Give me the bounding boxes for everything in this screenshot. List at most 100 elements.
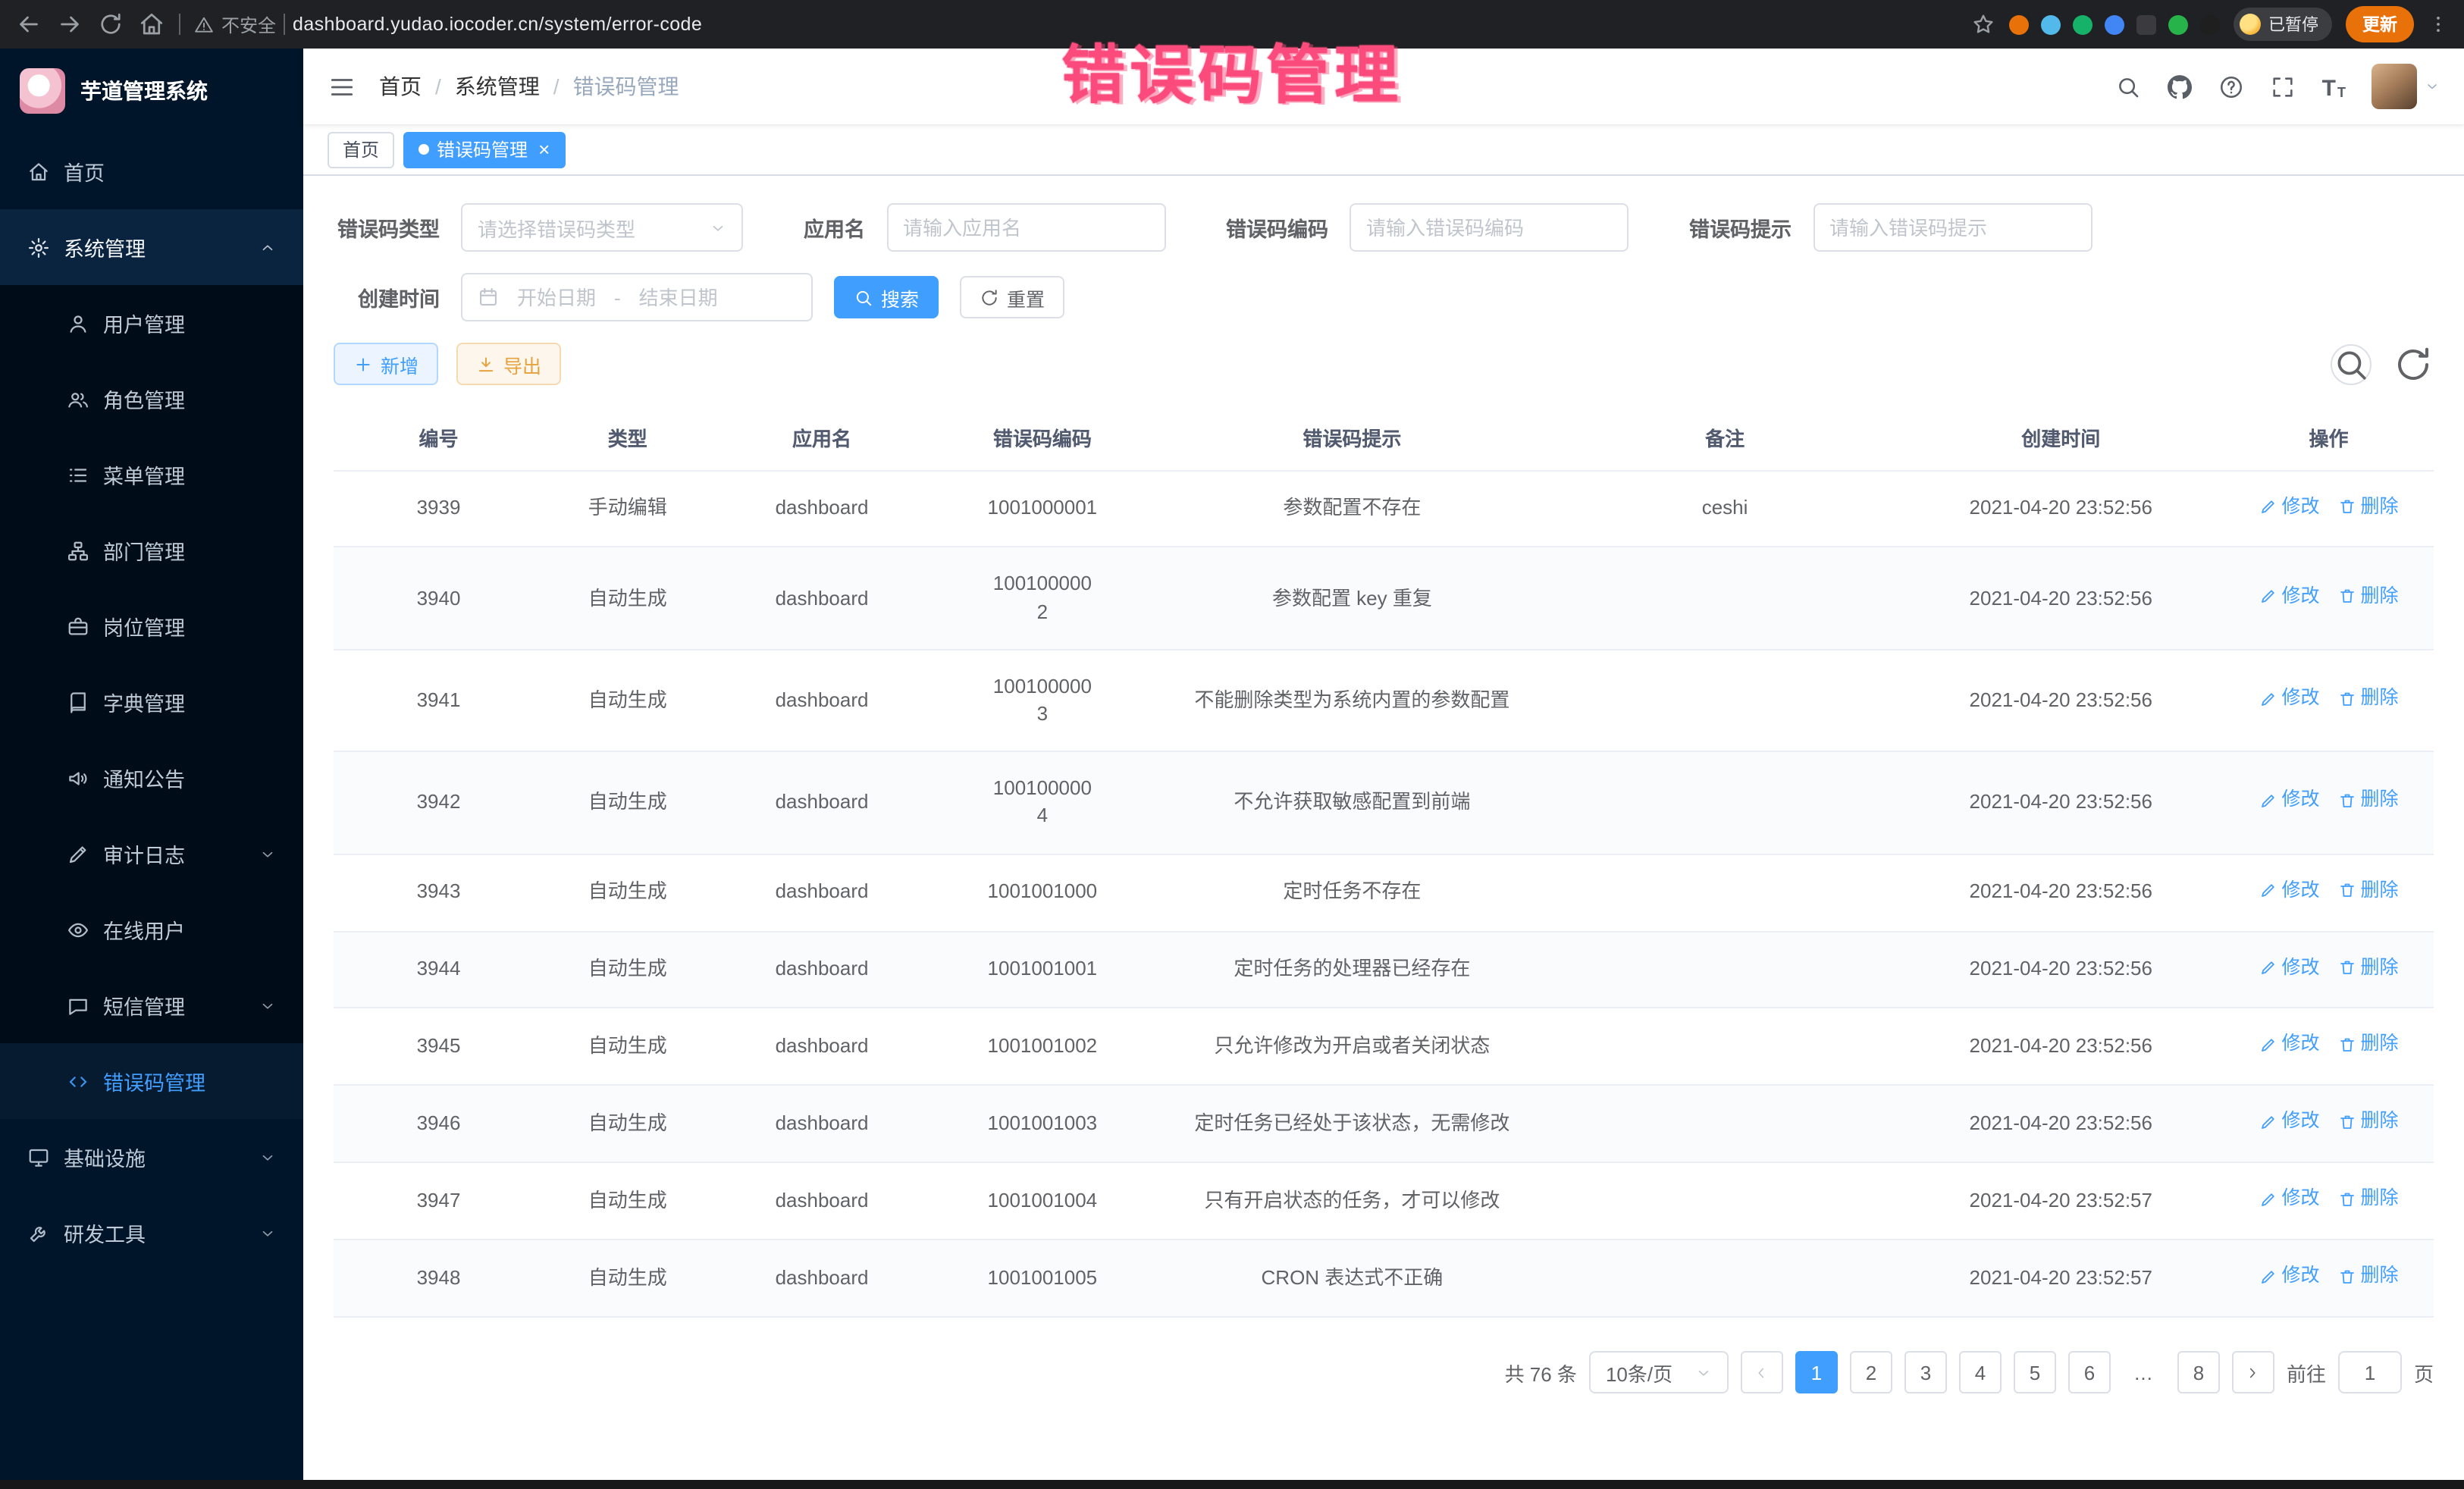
app-name-input[interactable] — [903, 216, 1149, 239]
error-hint-input[interactable] — [1829, 216, 2075, 239]
sidebar-item-post[interactable]: 岗位管理 — [0, 588, 303, 664]
delete-link[interactable]: 删除 — [2337, 788, 2398, 814]
address-bar[interactable]: 不安全 dashboard.yudao.iocoder.cn/system/er… — [194, 11, 702, 37]
pager-page-1[interactable]: 1 — [1795, 1351, 1838, 1393]
pager-page-8[interactable]: 8 — [2177, 1351, 2220, 1393]
sidebar-item-home[interactable]: 首页 — [0, 133, 303, 209]
sidebar-item-audit-log[interactable]: 审计日志 — [0, 816, 303, 892]
extension-icon-4[interactable] — [2105, 14, 2124, 34]
browser-home-button[interactable] — [138, 11, 165, 38]
profile-paused-badge[interactable]: 已暂停 — [2234, 8, 2332, 41]
error-code-input[interactable] — [1366, 216, 1612, 239]
sidebar-item-menu[interactable]: 菜单管理 — [0, 437, 303, 513]
bookmark-star-icon[interactable] — [1971, 12, 1995, 36]
pager-page-3[interactable]: 3 — [1904, 1351, 1947, 1393]
delete-link[interactable]: 删除 — [2337, 877, 2398, 904]
trash-icon — [2337, 690, 2356, 708]
sidebar-item-dict[interactable]: 字典管理 — [0, 664, 303, 740]
pager-next-button[interactable] — [2232, 1351, 2274, 1393]
pager-page-6[interactable]: 6 — [2068, 1351, 2111, 1393]
extension-icon-3[interactable] — [2073, 14, 2093, 34]
delete-link[interactable]: 删除 — [2337, 1186, 2398, 1213]
add-button[interactable]: 新增 — [334, 343, 438, 385]
trash-icon — [2337, 1190, 2356, 1208]
sidebar-item-notice[interactable]: 通知公告 — [0, 740, 303, 816]
delete-link[interactable]: 删除 — [2337, 1264, 2398, 1290]
sidebar-item-system[interactable]: 系统管理 — [0, 209, 303, 285]
browser-update-button[interactable]: 更新 — [2346, 6, 2414, 42]
cell-id: 3939 — [334, 470, 544, 547]
tab-home[interactable]: 首页 — [328, 131, 394, 168]
close-icon[interactable]: × — [538, 139, 550, 159]
breadcrumb-item[interactable]: 首页 — [379, 71, 422, 102]
browser-forward-button[interactable] — [56, 11, 83, 38]
delete-link[interactable]: 删除 — [2337, 955, 2398, 981]
pager-page-5[interactable]: 5 — [2014, 1351, 2056, 1393]
browser-menu-icon[interactable] — [2428, 14, 2449, 35]
delete-link[interactable]: 删除 — [2337, 494, 2398, 520]
table-toolbar: 新增 导出 — [334, 343, 2434, 385]
github-icon[interactable] — [2168, 74, 2193, 99]
app-title: 芋道管理系统 — [80, 76, 208, 106]
breadcrumb-item[interactable]: 错误码管理 — [573, 71, 679, 102]
app-logo[interactable]: 芋道管理系统 — [0, 49, 303, 133]
hamburger-icon[interactable] — [328, 72, 356, 101]
cell-memo — [1552, 547, 1898, 650]
delete-link[interactable]: 删除 — [2337, 685, 2398, 712]
page-size-select[interactable]: 10条/页 — [1589, 1351, 1729, 1393]
tab-error-code[interactable]: 错误码管理× — [403, 131, 565, 168]
user-menu[interactable] — [2372, 64, 2440, 109]
edit-link[interactable]: 修改 — [2259, 955, 2319, 981]
start-date-input[interactable] — [509, 286, 603, 309]
extension-icon-6[interactable] — [2168, 14, 2188, 34]
goto-page-input[interactable] — [2338, 1351, 2402, 1393]
extension-icon-7[interactable] — [2200, 14, 2220, 34]
pager-prev-button[interactable] — [1741, 1351, 1783, 1393]
edit-link[interactable]: 修改 — [2259, 685, 2319, 712]
sidebar-item-online-user[interactable]: 在线用户 — [0, 892, 303, 967]
edit-link[interactable]: 修改 — [2259, 1264, 2319, 1290]
extension-icon-5[interactable] — [2136, 14, 2156, 34]
cell-time: 2021-04-20 23:52:56 — [1898, 931, 2224, 1008]
font-size-icon[interactable]: TT — [2322, 74, 2346, 99]
edit-link[interactable]: 修改 — [2259, 583, 2319, 610]
reset-button[interactable]: 重置 — [960, 276, 1064, 318]
pager-page-4[interactable]: 4 — [1959, 1351, 2002, 1393]
edit-link[interactable]: 修改 — [2259, 877, 2319, 904]
date-range-picker[interactable]: - — [461, 273, 813, 321]
fullscreen-icon[interactable] — [2271, 74, 2296, 99]
edit-link[interactable]: 修改 — [2259, 1186, 2319, 1213]
delete-link[interactable]: 删除 — [2337, 1032, 2398, 1058]
help-icon[interactable] — [2219, 74, 2245, 99]
edit-link[interactable]: 修改 — [2259, 1032, 2319, 1058]
cell-app: dashboard — [712, 931, 933, 1008]
error-type-select[interactable]: 请选择错误码类型 — [461, 203, 743, 252]
sidebar-item-sms[interactable]: 短信管理 — [0, 967, 303, 1043]
sidebar-item-role[interactable]: 角色管理 — [0, 361, 303, 437]
sidebar-item-error-code[interactable]: 错误码管理 — [0, 1043, 303, 1119]
end-date-input[interactable] — [632, 286, 726, 309]
search-icon[interactable] — [2116, 74, 2142, 99]
column-header: 类型 — [544, 406, 712, 470]
delete-link[interactable]: 删除 — [2337, 1109, 2398, 1136]
sidebar-item-user[interactable]: 用户管理 — [0, 285, 303, 361]
toggle-search-button[interactable] — [2331, 343, 2372, 384]
pager-ellipsis[interactable]: … — [2123, 1351, 2165, 1393]
refresh-table-button[interactable] — [2393, 343, 2434, 384]
browser-reload-button[interactable] — [97, 11, 124, 38]
edit-link[interactable]: 修改 — [2259, 494, 2319, 520]
extension-icon-1[interactable] — [2009, 14, 2029, 34]
sidebar-item-infra[interactable]: 基础设施 — [0, 1119, 303, 1195]
edit-link[interactable]: 修改 — [2259, 1109, 2319, 1136]
delete-link[interactable]: 删除 — [2337, 583, 2398, 610]
sidebar-item-dept[interactable]: 部门管理 — [0, 513, 303, 588]
sidebar-item-dev-tool[interactable]: 研发工具 — [0, 1195, 303, 1271]
extension-icon-2[interactable] — [2041, 14, 2061, 34]
export-button[interactable]: 导出 — [456, 343, 561, 385]
search-button[interactable]: 搜索 — [834, 276, 939, 318]
edit-link[interactable]: 修改 — [2259, 788, 2319, 814]
browser-back-button[interactable] — [15, 11, 42, 38]
pager-page-2[interactable]: 2 — [1850, 1351, 1892, 1393]
cell-memo — [1552, 1163, 1898, 1240]
breadcrumb-item[interactable]: 系统管理 — [455, 71, 540, 102]
